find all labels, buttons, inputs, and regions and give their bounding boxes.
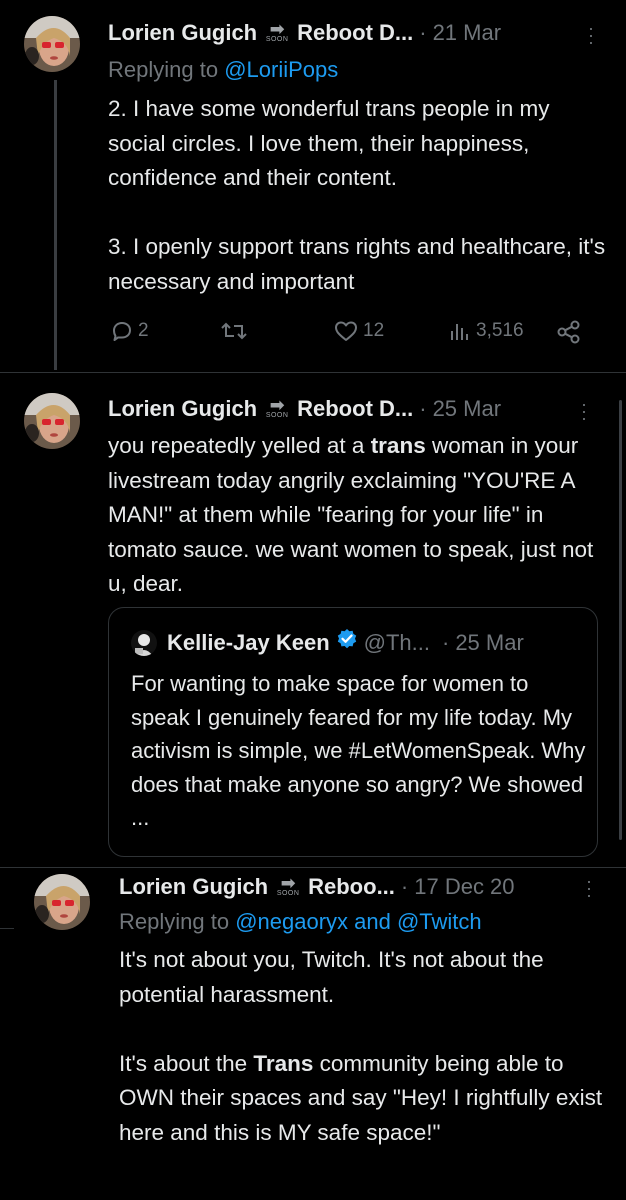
soon-badge-icon: ➡ SOON — [265, 395, 289, 419]
quoted-avatar — [131, 629, 157, 656]
tweet-text: 2. I have some wonderful trans people in… — [108, 96, 606, 294]
soon-badge-icon: ➡ SOON — [265, 19, 289, 43]
avatar-image — [34, 874, 90, 930]
tweet-header: Lorien Gugich ➡ SOON Reboot D... · 21 Ma… — [108, 19, 501, 47]
quoted-tweet[interactable]: Kellie-Jay Keen @Th... · 25 Mar For want… — [108, 607, 598, 857]
like-button[interactable]: 12 — [333, 319, 384, 343]
author-name[interactable]: Lorien Gugich — [108, 395, 257, 423]
analytics-icon — [451, 324, 468, 340]
timestamp[interactable]: 17 Dec 20 — [414, 873, 514, 901]
tweet-text: you repeatedly yelled at a trans woman i… — [108, 429, 613, 602]
heart-icon — [335, 321, 357, 341]
quoted-timestamp: 25 Mar — [455, 629, 524, 655]
quoted-header: Kellie-Jay Keen @Th... · 25 Mar — [131, 628, 524, 657]
text-segment: you repeatedly yelled at a — [108, 433, 371, 458]
quoted-handle[interactable]: @Th... — [364, 629, 430, 657]
tweet-header: Lorien Gugich ➡ SOON Reboo... · 17 Dec 2… — [119, 873, 515, 901]
avatar[interactable] — [34, 874, 90, 930]
avatar-image — [24, 393, 80, 449]
text-highlight: Trans — [253, 1050, 314, 1076]
tweet-1[interactable]: Lorien Gugich ➡ SOON Reboot D... · 21 Ma… — [0, 0, 626, 372]
replying-prefix: Replying to — [119, 909, 236, 934]
tweet-3[interactable]: Lorien Gugich ➡ SOON Reboo... · 17 Dec 2… — [0, 868, 626, 1200]
author-suffix[interactable]: Reboo... — [308, 873, 395, 901]
reply-button[interactable]: 2 — [110, 319, 149, 343]
thread-line — [54, 80, 57, 370]
author-name[interactable]: Lorien Gugich — [119, 873, 268, 901]
replying-to: Replying to @LoriiPops — [108, 56, 338, 84]
more-options-icon[interactable]: · · · — [586, 19, 596, 51]
text-paragraph: It's not about you, Twitch. It's not abo… — [119, 947, 544, 1007]
separator: · — [419, 396, 427, 421]
text-segment: It's about the — [119, 1050, 254, 1076]
verified-badge-icon — [336, 628, 358, 657]
replying-to: Replying to @negaoryx and @Twitch — [119, 908, 482, 936]
like-count: 12 — [363, 320, 385, 341]
scrollbar[interactable] — [619, 400, 622, 840]
soon-badge-icon: ➡ SOON — [276, 873, 300, 897]
mention-link[interactable]: @LoriiPops — [224, 57, 338, 82]
avatar[interactable] — [24, 393, 80, 449]
timestamp[interactable]: 25 Mar — [433, 395, 501, 423]
tweet-text: It's not about you, Twitch. It's not abo… — [119, 943, 609, 1151]
more-options-icon[interactable]: · · · — [579, 395, 589, 427]
separator: · — [419, 20, 427, 45]
retweet-icon — [221, 322, 247, 340]
view-count: 3,516 — [476, 320, 524, 341]
text-highlight: trans — [370, 433, 426, 458]
tweet-header: Lorien Gugich ➡ SOON Reboot D... · 25 Ma… — [108, 395, 501, 423]
timestamp[interactable]: 21 Mar — [433, 19, 501, 47]
tweet-2[interactable]: Lorien Gugich ➡ SOON Reboot D... · 25 Ma… — [0, 373, 626, 867]
more-options-icon[interactable]: · · · — [584, 872, 594, 904]
views-button[interactable]: 3,516 — [448, 319, 524, 343]
share-button[interactable] — [556, 319, 582, 345]
separator: · — [400, 874, 409, 899]
separator: · — [441, 629, 450, 655]
reply-count: 2 — [138, 320, 149, 341]
replying-prefix: Replying to — [108, 57, 225, 82]
quoted-avatar-image — [131, 629, 157, 656]
author-suffix[interactable]: Reboot D... — [297, 395, 413, 423]
quoted-text: For wanting to make space for women to s… — [131, 671, 586, 831]
avatar[interactable] — [24, 16, 80, 72]
avatar-image — [24, 16, 80, 72]
share-icon — [557, 320, 580, 344]
mention-link[interactable]: @negaoryx and @Twitch — [235, 909, 481, 934]
retweet-button[interactable] — [220, 319, 248, 343]
quoted-author-name[interactable]: Kellie-Jay Keen — [167, 629, 330, 657]
reply-icon — [113, 322, 131, 341]
thread-tick — [0, 928, 14, 929]
author-name[interactable]: Lorien Gugich — [108, 19, 257, 47]
author-suffix[interactable]: Reboot D... — [297, 19, 413, 47]
